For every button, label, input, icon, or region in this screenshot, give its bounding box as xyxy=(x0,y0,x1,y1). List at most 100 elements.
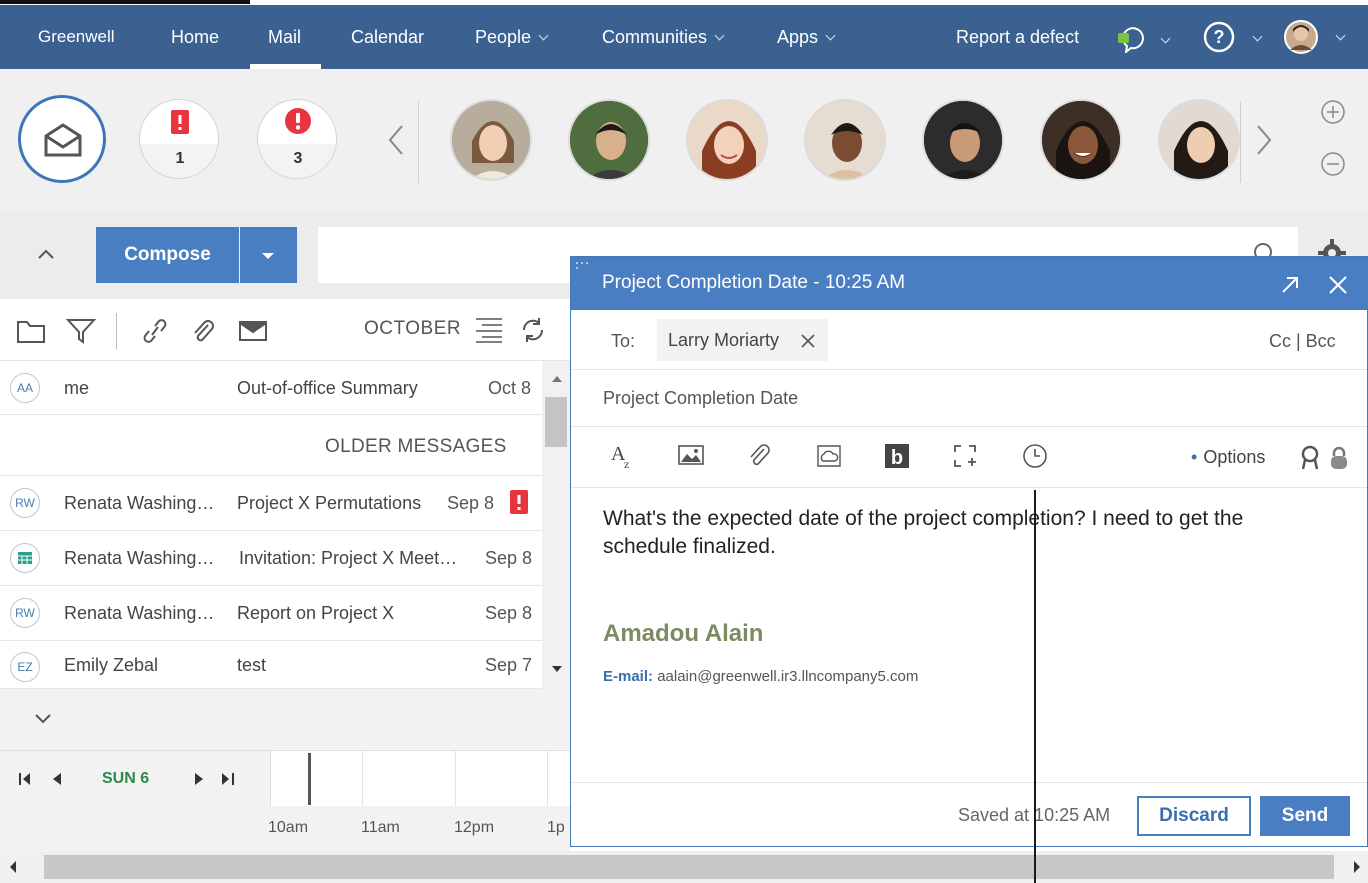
attachment-icon[interactable] xyxy=(745,442,773,470)
scroll-thumb[interactable] xyxy=(545,397,567,447)
list-item[interactable]: AA me Out-of-office Summary Oct 8 xyxy=(0,361,542,415)
scroll-left-icon[interactable] xyxy=(8,860,18,874)
zoom-in-icon[interactable] xyxy=(1320,99,1346,125)
options-menu[interactable]: • Options xyxy=(1191,447,1265,468)
folder-icon[interactable] xyxy=(16,318,46,344)
last-page-icon[interactable] xyxy=(218,771,240,787)
contact-avatar[interactable] xyxy=(1158,99,1240,181)
link-icon[interactable] xyxy=(140,317,170,345)
scroll-thumb[interactable] xyxy=(44,855,1334,879)
close-icon[interactable] xyxy=(1327,274,1349,296)
compose-menu-button[interactable] xyxy=(240,227,297,283)
calendar-timeline[interactable] xyxy=(270,751,570,806)
text-format-icon[interactable]: Az xyxy=(609,442,637,470)
previous-icon[interactable] xyxy=(50,771,64,787)
time-label: 10am xyxy=(268,819,309,836)
scroll-up-icon[interactable] xyxy=(551,375,563,383)
refresh-icon[interactable] xyxy=(518,315,548,345)
chevron-right-icon[interactable] xyxy=(1254,123,1274,157)
help-menu[interactable]: ? xyxy=(1203,21,1263,55)
subject-text: Project Completion Date xyxy=(603,388,799,408)
attachment-icon[interactable] xyxy=(188,317,218,345)
chevron-down-icon xyxy=(714,30,725,41)
first-page-icon[interactable] xyxy=(18,771,40,787)
urgent-count: 1 xyxy=(175,150,185,167)
filter-icon[interactable] xyxy=(66,317,96,345)
inbox-circle-button[interactable] xyxy=(18,95,106,183)
nav-home[interactable]: Home xyxy=(171,5,219,69)
report-defect-link[interactable]: Report a defect xyxy=(956,5,1079,69)
lock-icon[interactable] xyxy=(1329,445,1349,471)
time-label: 1p xyxy=(547,819,565,836)
contact-avatar[interactable] xyxy=(568,99,650,181)
important-mail-button[interactable]: 3 xyxy=(257,99,337,179)
nav-communities[interactable]: Communities xyxy=(602,5,725,69)
email-address[interactable]: aalain@greenwell.ir3.llncompany5.com xyxy=(657,668,918,685)
list-item[interactable]: RW Renata Washing… Project X Permutation… xyxy=(0,476,542,531)
list-view-icon[interactable] xyxy=(474,316,504,344)
chevron-left-icon[interactable] xyxy=(386,123,406,157)
compose-dialog: Project Completion Date - 10:25 AM To: L… xyxy=(570,256,1368,847)
expand-bar xyxy=(0,689,570,751)
subject-field[interactable]: Project Completion Date xyxy=(571,370,1367,427)
contact-avatar[interactable] xyxy=(922,99,1004,181)
contact-avatar[interactable] xyxy=(686,99,768,181)
pop-out-icon[interactable] xyxy=(1279,274,1301,296)
cloud-file-icon[interactable] xyxy=(815,442,843,470)
list-item[interactable]: EZ Emily Zebal test Sep 7 xyxy=(0,641,542,689)
scroll-right-icon[interactable] xyxy=(1352,860,1362,874)
shelf-divider xyxy=(418,101,419,183)
urgent-flag-icon xyxy=(171,110,189,134)
collapse-up-icon[interactable] xyxy=(36,247,56,261)
recipient-name: Larry Moriarty xyxy=(668,330,780,350)
scroll-down-icon[interactable] xyxy=(551,665,563,673)
clock-icon[interactable] xyxy=(1021,442,1049,470)
contact-avatar[interactable] xyxy=(1040,99,1122,181)
compose-button[interactable]: Compose xyxy=(96,227,239,283)
message-subject: Report on Project X xyxy=(237,603,395,623)
message-subject: Project X Permutations xyxy=(237,493,422,513)
important-count: 3 xyxy=(293,150,303,167)
insert-link-box-icon[interactable] xyxy=(951,442,979,470)
expand-down-icon[interactable] xyxy=(34,713,52,725)
zoom-out-icon[interactable] xyxy=(1320,151,1346,177)
message-body[interactable]: What's the expected date of the project … xyxy=(571,488,1367,782)
list-scrollbar[interactable] xyxy=(542,361,570,689)
ribbon-icon[interactable] xyxy=(1299,445,1321,471)
insert-image-icon[interactable] xyxy=(677,442,705,470)
message-date: Sep 8 xyxy=(485,603,533,623)
list-item[interactable]: RW Renata Washing… Report on Project X S… xyxy=(0,586,542,641)
send-button[interactable]: Send xyxy=(1260,796,1350,836)
text-cursor-line xyxy=(1034,490,1036,883)
nav-people[interactable]: People xyxy=(475,5,549,69)
horizontal-scrollbar[interactable] xyxy=(0,851,1368,883)
message-subject: test xyxy=(237,655,267,675)
envelope-icon[interactable] xyxy=(238,319,268,343)
list-item[interactable]: Renata Washing… Invitation: Project X Me… xyxy=(0,531,542,586)
remove-recipient-icon[interactable] xyxy=(800,333,816,349)
discard-button[interactable]: Discard xyxy=(1137,796,1251,836)
contact-avatar[interactable] xyxy=(450,99,532,181)
next-icon[interactable] xyxy=(192,771,206,787)
nav-mail[interactable]: Mail xyxy=(249,5,322,69)
profile-menu[interactable] xyxy=(1284,20,1346,54)
top-nav-bar: Greenwell Home Mail Calendar People Comm… xyxy=(0,5,1368,69)
urgent-mail-button[interactable]: 1 xyxy=(139,99,219,179)
person-photo xyxy=(1042,101,1120,179)
box-icon[interactable]: b xyxy=(883,442,911,470)
drag-handle-icon[interactable] xyxy=(575,261,589,275)
dialog-title: Project Completion Date - 10:25 AM xyxy=(602,272,906,293)
chat-status-menu[interactable] xyxy=(1115,23,1173,55)
nav-apps[interactable]: Apps xyxy=(777,5,836,69)
recipient-chip[interactable]: Larry Moriarty xyxy=(657,319,828,361)
message-subject: Invitation: Project X Meet… xyxy=(239,548,458,568)
cc-bcc-link[interactable]: Cc | Bcc xyxy=(1269,331,1336,352)
brand-link[interactable]: Greenwell xyxy=(38,5,115,69)
nav-calendar[interactable]: Calendar xyxy=(351,5,424,69)
person-photo xyxy=(688,101,766,179)
dialog-header[interactable]: Project Completion Date - 10:25 AM xyxy=(571,257,1368,310)
svg-text:?: ? xyxy=(1214,27,1225,47)
contact-avatar[interactable] xyxy=(804,99,886,181)
sender-name: me xyxy=(64,378,90,398)
caret-down-icon xyxy=(262,253,274,259)
